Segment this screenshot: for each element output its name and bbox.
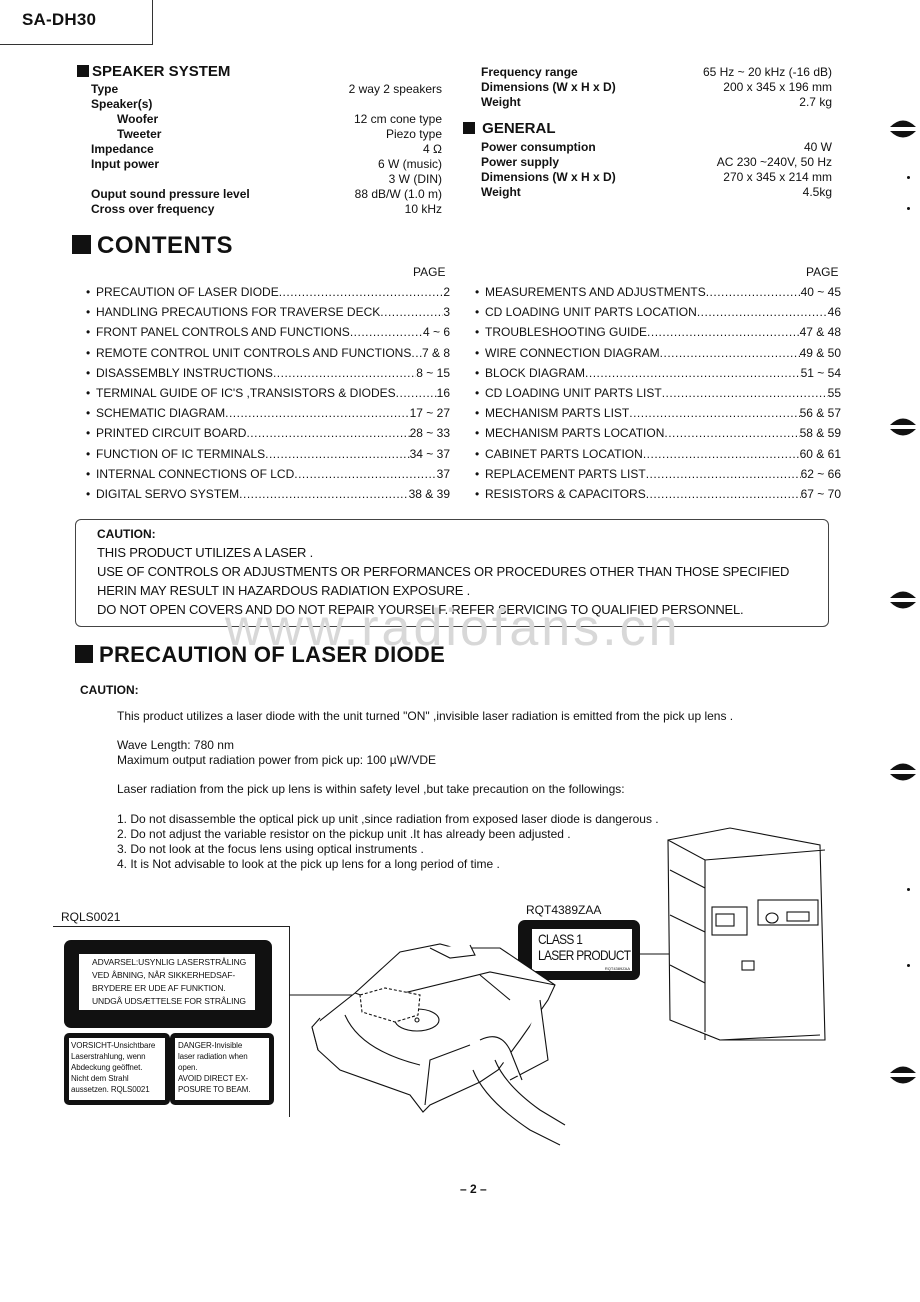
scan-speck (907, 176, 910, 179)
binding-hole-icon (890, 120, 916, 138)
cd-loading-unit-drawing (311, 943, 556, 1113)
precaution-title: PRECAUTION OF LASER DIODE (99, 642, 446, 667)
binding-hole-icon (890, 591, 916, 609)
precaution-heading: PRECAUTION OF LASER DIODE (75, 642, 445, 668)
binding-hole-icon (890, 1066, 916, 1084)
page-number: – 2 – (460, 1182, 487, 1196)
square-bullet-icon (75, 645, 93, 664)
binding-hole-icon (890, 763, 916, 781)
scan-speck (907, 964, 910, 967)
scan-speck (907, 888, 910, 891)
binding-hole-icon (890, 418, 916, 436)
speaker-cabinet-drawing (667, 827, 826, 1041)
scan-speck (907, 207, 910, 210)
